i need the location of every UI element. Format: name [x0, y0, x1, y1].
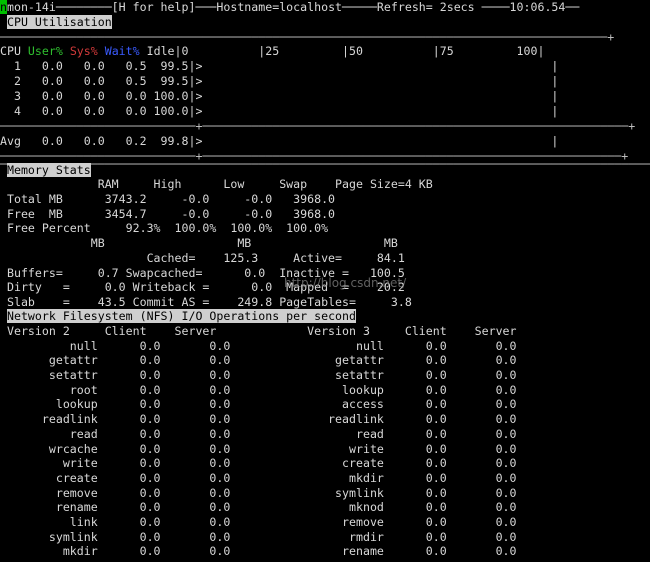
cpu-row: 2 0.0 0.0 0.5 99.5|> |	[0, 74, 559, 88]
terminal-cursor: n	[0, 0, 7, 14]
nfs-row: null 0.0 0.0 null 0.0 0.0	[0, 339, 517, 353]
cpu-border-top: ────────────────────────────────────────…	[0, 30, 615, 44]
memory-line: Slab = 43.5 Commit AS = 249.8 PageTables…	[0, 295, 412, 309]
nfs-section-title: Network Filesystem (NFS) I/O Operations …	[6, 309, 356, 323]
cpu-separator: ────────────────────────────+───────────…	[0, 119, 636, 133]
cpu-col-wait: Wait%	[104, 44, 140, 58]
memory-line: Cached= 125.3 Active= 84.1	[0, 251, 405, 265]
cpu-col-user: User%	[27, 44, 63, 58]
nfs-row: root 0.0 0.0 lookup 0.0 0.0	[0, 383, 517, 397]
cpu-section-title: CPU Utilisation	[6, 15, 112, 29]
nfs-row: lookup 0.0 0.0 access 0.0 0.0	[0, 397, 517, 411]
nfs-row: wrcache 0.0 0.0 write 0.0 0.0	[0, 442, 517, 456]
cpu-section-title-row: CPU Utilisation	[0, 15, 650, 29]
nfs-row: write 0.0 0.0 create 0.0 0.0	[0, 456, 517, 470]
cpu-col-idle-scale: Idle|0 |25 |50 |75 100|	[139, 44, 545, 58]
nfs-row: link 0.0 0.0 remove 0.0 0.0	[0, 515, 517, 529]
nfs-row: rename 0.0 0.0 mknod 0.0 0.0	[0, 500, 517, 514]
memory-section-title-row: Memory Stats	[0, 163, 650, 177]
nfs-row: getattr 0.0 0.0 getattr 0.0 0.0	[0, 353, 517, 367]
watermark-text: http://blog.csdn.net/	[284, 276, 407, 290]
cpu-row: 4 0.0 0.0 0.0 100.0|> |	[0, 104, 559, 118]
nfs-row: readlink 0.0 0.0 readlink 0.0 0.0	[0, 412, 517, 426]
cpu-col-sys: Sys%	[69, 44, 98, 58]
nmon-terminal: nmon-14i────────[H for help]───Hostname=…	[0, 0, 650, 562]
nfs-row: remove 0.0 0.0 symlink 0.0 0.0	[0, 486, 517, 500]
title-bar: nmon-14i────────[H for help]───Hostname=…	[0, 0, 650, 14]
nfs-row: create 0.0 0.0 mkdir 0.0 0.0	[0, 471, 517, 485]
memory-line: Total MB 3743.2 -0.0 -0.0 3968.0	[0, 192, 336, 206]
memory-section-title: Memory Stats	[6, 163, 91, 177]
title-bar-text: mon-14i────────[H for help]───Hostname=l…	[6, 0, 580, 14]
nfs-section-title-row: Network Filesystem (NFS) I/O Operations …	[0, 309, 650, 323]
memory-line: RAM High Low Swap Page Size=4 KB	[0, 177, 433, 191]
nfs-row: symlink 0.0 0.0 rmdir 0.0 0.0	[0, 530, 517, 544]
memory-line: Free Percent 92.3% 100.0% 100.0% 100.0%	[0, 221, 329, 235]
memory-line: MB MB MB	[0, 236, 398, 250]
nfs-row: setattr 0.0 0.0 setattr 0.0 0.0	[0, 368, 517, 382]
nfs-row: mkdir 0.0 0.0 rename 0.0 0.0	[0, 544, 517, 558]
nfs-table-header: Version 2 Client Server Version 3 Client…	[0, 324, 517, 338]
nfs-row: read 0.0 0.0 read 0.0 0.0	[0, 427, 517, 441]
cpu-table-header: CPU User% Sys% Wait% Idle|0 |25 |50 |75 …	[0, 44, 650, 58]
cpu-col-label: CPU	[0, 44, 28, 58]
cpu-row: 1 0.0 0.0 0.5 99.5|> |	[0, 59, 559, 73]
cpu-average-row: Avg 0.0 0.0 0.2 99.8|> |	[0, 134, 559, 148]
memory-line: Free MB 3454.7 -0.0 -0.0 3968.0	[0, 207, 336, 221]
cpu-row: 3 0.0 0.0 0.0 100.0|> |	[0, 89, 559, 103]
